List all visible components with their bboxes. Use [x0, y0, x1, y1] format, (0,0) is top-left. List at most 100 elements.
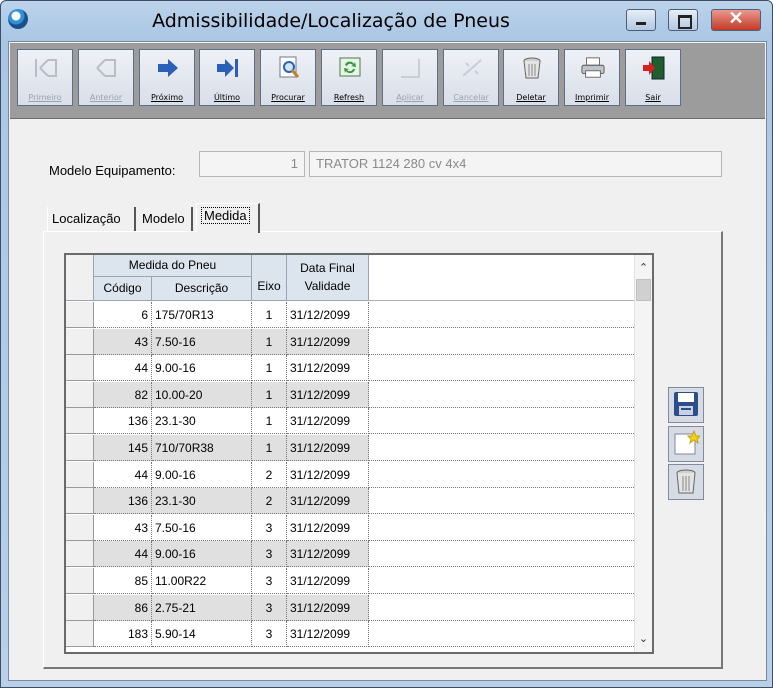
cell-descricao[interactable]: 9.00-16 [152, 355, 252, 382]
cell-codigo[interactable]: 183 [94, 621, 152, 648]
cell-descricao[interactable]: 23.1-30 [152, 488, 252, 515]
cell-eixo[interactable]: 1 [252, 408, 287, 435]
row-indicator[interactable] [66, 408, 94, 435]
cell-empty[interactable] [369, 541, 636, 568]
cell-eixo[interactable]: 3 [252, 568, 287, 594]
table-row[interactable]: 145 710/70R38 1 31/12/2099 [66, 435, 636, 461]
header-data-final-validade[interactable]: Data Final Validade [287, 255, 369, 301]
search-button[interactable]: Procurar [260, 49, 316, 106]
cell-empty[interactable] [369, 329, 636, 355]
cell-eixo[interactable]: 3 [252, 514, 287, 541]
close-button[interactable]: ✕ [711, 8, 761, 31]
row-indicator[interactable] [66, 461, 94, 488]
title-bar[interactable]: Admissibilidade/Localização de Pneus ✕ [1, 1, 772, 41]
row-indicator[interactable] [66, 541, 94, 568]
print-button[interactable]: Imprimir [564, 49, 620, 106]
new-record-button[interactable] [668, 426, 704, 462]
cancel-button[interactable]: Cancelar [443, 49, 499, 106]
cell-codigo[interactable]: 6 [94, 302, 152, 328]
table-row[interactable]: 6 175/70R13 1 31/12/2099 [66, 302, 636, 328]
table-row[interactable]: 44 9.00-16 1 31/12/2099 [66, 355, 636, 382]
cell-descricao[interactable]: 9.00-16 [152, 541, 252, 568]
cell-data-final[interactable]: 31/12/2099 [287, 541, 369, 568]
tab-medida[interactable]: Medida [196, 203, 260, 233]
delete-button[interactable]: Deletar [503, 49, 559, 106]
next-button[interactable]: Próximo [139, 49, 195, 106]
table-row[interactable]: 85 11.00R22 3 31/12/2099 [66, 568, 636, 594]
scroll-thumb[interactable] [636, 279, 651, 301]
cell-data-final[interactable]: 31/12/2099 [287, 621, 369, 648]
cell-codigo[interactable]: 85 [94, 568, 152, 594]
row-indicator[interactable] [66, 435, 94, 461]
cell-empty[interactable] [369, 382, 636, 408]
cell-data-final[interactable]: 31/12/2099 [287, 488, 369, 515]
cell-eixo[interactable]: 1 [252, 355, 287, 382]
cell-descricao[interactable]: 5.90-14 [152, 621, 252, 648]
cell-descricao[interactable]: 10.00-20 [152, 381, 252, 408]
tab-localizacao[interactable]: Localização [47, 207, 136, 233]
table-row[interactable]: 44 9.00-16 2 31/12/2099 [66, 461, 636, 488]
cell-empty[interactable] [369, 488, 636, 515]
cell-codigo[interactable]: 145 [94, 435, 152, 461]
cell-codigo[interactable]: 44 [94, 355, 152, 382]
table-row[interactable]: 136 23.1-30 1 31/12/2099 [66, 408, 636, 435]
cell-data-final[interactable]: 31/12/2099 [287, 355, 369, 382]
cell-codigo[interactable]: 86 [94, 594, 152, 621]
cell-empty[interactable] [369, 621, 636, 648]
cell-data-final[interactable]: 31/12/2099 [287, 514, 369, 541]
row-indicator[interactable] [66, 328, 94, 355]
cell-descricao[interactable]: 9.00-16 [152, 461, 252, 488]
header-codigo[interactable]: Código [94, 277, 152, 301]
scroll-up-icon[interactable]: ⌃ [635, 259, 652, 277]
row-indicator[interactable] [66, 621, 94, 648]
cell-descricao[interactable]: 2.75-21 [152, 594, 252, 621]
cell-data-final[interactable]: 31/12/2099 [287, 568, 369, 594]
cell-data-final[interactable]: 31/12/2099 [287, 302, 369, 328]
table-row[interactable]: 86 2.75-21 3 31/12/2099 [66, 594, 636, 621]
first-button[interactable]: Primeiro [17, 49, 73, 106]
cell-descricao[interactable]: 7.50-16 [152, 328, 252, 355]
tab-modelo[interactable]: Modelo [138, 207, 193, 233]
cell-data-final[interactable]: 31/12/2099 [287, 435, 369, 461]
row-indicator[interactable] [66, 488, 94, 515]
cell-codigo[interactable]: 44 [94, 461, 152, 488]
table-row[interactable]: 43 7.50-16 3 31/12/2099 [66, 514, 636, 541]
cell-empty[interactable] [369, 355, 636, 382]
delete-record-button[interactable] [668, 464, 704, 500]
header-descricao[interactable]: Descrição [152, 277, 252, 301]
cell-empty[interactable] [369, 568, 636, 594]
cell-eixo[interactable]: 1 [252, 381, 287, 408]
cell-empty[interactable] [369, 515, 636, 541]
modelo-code-field[interactable]: 1 [199, 151, 305, 177]
apply-button[interactable]: Aplicar [382, 49, 438, 106]
cell-descricao[interactable]: 710/70R38 [152, 435, 252, 461]
minimize-button[interactable] [626, 9, 656, 31]
table-row[interactable]: 82 10.00-20 1 31/12/2099 [66, 381, 636, 408]
maximize-button[interactable] [668, 9, 698, 31]
table-row[interactable]: 44 9.00-16 3 31/12/2099 [66, 541, 636, 568]
exit-button[interactable]: Sair [625, 49, 681, 106]
cell-empty[interactable] [369, 462, 636, 488]
row-indicator[interactable] [66, 568, 94, 594]
cell-data-final[interactable]: 31/12/2099 [287, 328, 369, 355]
cell-codigo[interactable]: 43 [94, 328, 152, 355]
cell-codigo[interactable]: 136 [94, 408, 152, 435]
medida-grid[interactable]: Medida do Pneu Código Descrição Eixo Dat… [64, 253, 654, 654]
modelo-description-field[interactable]: TRATOR 1124 280 cv 4x4 [309, 151, 722, 177]
header-eixo[interactable]: Eixo [252, 255, 287, 301]
row-indicator[interactable] [66, 381, 94, 408]
cell-data-final[interactable]: 31/12/2099 [287, 381, 369, 408]
cell-eixo[interactable]: 3 [252, 621, 287, 648]
cell-empty[interactable] [369, 408, 636, 435]
cell-empty[interactable] [369, 595, 636, 621]
cell-data-final[interactable]: 31/12/2099 [287, 408, 369, 435]
cell-empty[interactable] [369, 302, 636, 328]
cell-eixo[interactable]: 2 [252, 488, 287, 515]
scroll-down-icon[interactable]: ⌄ [635, 630, 652, 648]
cell-data-final[interactable]: 31/12/2099 [287, 594, 369, 621]
cell-codigo[interactable]: 44 [94, 541, 152, 568]
save-button[interactable] [668, 387, 704, 423]
refresh-button[interactable]: Refresh [321, 49, 377, 106]
cell-descricao[interactable]: 23.1-30 [152, 408, 252, 435]
row-indicator[interactable] [66, 302, 94, 328]
